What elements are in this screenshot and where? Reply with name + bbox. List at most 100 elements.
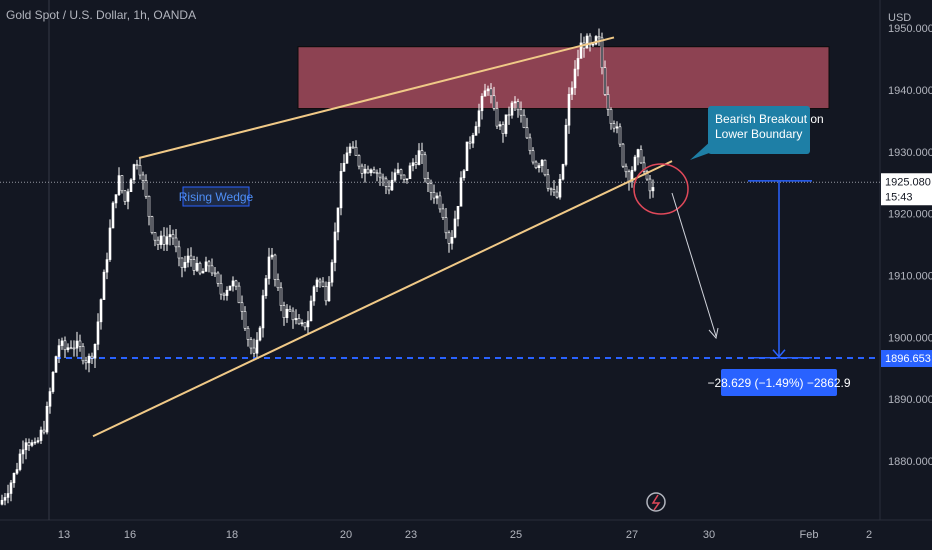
candle-body: [408, 165, 412, 180]
candle-body: [492, 95, 496, 109]
candle-body: [60, 340, 64, 346]
candle-body: [186, 255, 190, 263]
candle-body: [249, 339, 253, 349]
candle-body: [345, 152, 349, 164]
candle-body: [498, 124, 502, 127]
candle-body: [468, 141, 472, 144]
candle-body: [147, 195, 151, 217]
candle-body: [591, 43, 595, 46]
candle-body: [324, 285, 328, 302]
candle-body: [111, 202, 115, 229]
candle-body: [555, 191, 559, 198]
candle-body: [603, 67, 607, 95]
candle-body: [39, 429, 43, 441]
candle-body: [318, 279, 322, 283]
candle-body: [30, 442, 34, 446]
candle-body: [441, 208, 445, 218]
candle-body: [369, 169, 373, 174]
candle-body: [507, 114, 511, 117]
candle-body: [384, 178, 388, 187]
candle-body: [15, 469, 19, 474]
candle-body: [504, 114, 508, 134]
candle-body: [315, 279, 319, 288]
resistance-zone[interactable]: [297, 46, 830, 110]
candle-body: [366, 168, 370, 174]
x-tick-label: Feb: [800, 529, 819, 541]
candle-body: [576, 58, 580, 70]
candle-body: [453, 218, 457, 238]
candle-body: [135, 164, 139, 166]
candle-body: [411, 162, 415, 167]
candle-body: [3, 497, 7, 501]
candle-body: [597, 36, 601, 39]
candle-body: [210, 265, 214, 274]
candle-body: [72, 347, 76, 350]
candle-body: [330, 262, 334, 283]
candle-body: [183, 262, 187, 268]
candle-body: [93, 344, 97, 359]
candle-body: [129, 179, 133, 193]
candle-body: [51, 372, 55, 392]
candle-body: [153, 232, 157, 241]
candle-body: [633, 156, 637, 171]
candle-body: [477, 110, 481, 127]
candle-body: [303, 322, 307, 328]
candle-body: [399, 169, 403, 176]
candle-body: [465, 141, 469, 172]
candle-body: [438, 195, 442, 210]
candle-body: [237, 285, 241, 304]
candle-body: [618, 126, 622, 145]
candle-body: [36, 440, 40, 443]
x-tick-label: 23: [405, 529, 417, 541]
candle-body: [648, 178, 652, 192]
candle-body: [480, 95, 484, 112]
candle-body: [432, 192, 436, 199]
candle-body: [651, 187, 655, 192]
candle-body: [228, 285, 232, 291]
candle-body: [123, 190, 127, 202]
y-tick-label: 1890.000: [888, 394, 932, 406]
candle-body: [96, 321, 100, 345]
candle-body: [300, 322, 304, 325]
candle-body: [546, 174, 550, 189]
candle-body: [351, 146, 355, 149]
target-price-tag[interactable]: 1896.653: [881, 350, 932, 368]
x-tick-label: 25: [510, 529, 522, 541]
candle-body: [57, 345, 61, 357]
candle-body: [195, 262, 199, 271]
candle-body: [405, 178, 409, 181]
candle-body: [495, 108, 499, 127]
candle-body: [285, 308, 289, 319]
chart-canvas[interactable]: Rising Wedge Bearish Breakout on Lower B…: [0, 0, 932, 550]
candle-body: [378, 172, 382, 178]
candle-body: [6, 493, 10, 498]
candle-body: [294, 318, 298, 321]
candle-body: [201, 271, 205, 274]
candle-body: [207, 261, 211, 267]
candle-body: [627, 171, 631, 182]
candle-body: [156, 239, 160, 245]
candle-body: [474, 126, 478, 136]
candle-body: [342, 162, 346, 172]
candle-body: [561, 164, 565, 180]
x-tick-label: 13: [58, 529, 70, 541]
candle-body: [549, 187, 553, 190]
candle-body: [264, 278, 268, 296]
measure-label: −28.629 (−1.49%) −2862.9: [707, 376, 850, 390]
x-tick-label: 16: [124, 529, 136, 541]
target-price-value: 1896.653: [885, 353, 931, 365]
candle-body: [312, 286, 316, 302]
candle-body: [42, 429, 46, 433]
candle-body: [606, 94, 610, 110]
candle-body: [27, 442, 31, 446]
candle-body: [327, 281, 331, 302]
candle-body: [543, 159, 547, 176]
candle-body: [354, 146, 358, 156]
last-price-tag[interactable]: 1925.080 15:43: [881, 173, 932, 206]
candle-body: [273, 254, 277, 280]
x-tick-label: 18: [226, 529, 238, 541]
candle-body: [306, 320, 310, 328]
candle-body: [333, 231, 337, 263]
candle-body: [75, 340, 79, 349]
candle-body: [192, 259, 196, 271]
